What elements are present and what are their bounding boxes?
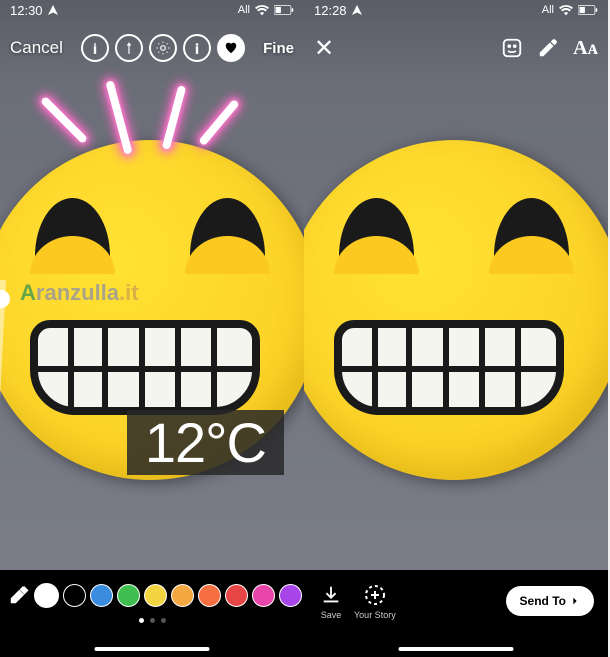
pen-brush-tool[interactable] [81,34,109,62]
color-darkorange[interactable] [198,584,221,607]
carrier-text: All [238,4,250,16]
right-screenshot: 12:28 All ✕ Aᴀ Save [304,0,608,657]
story-actions-area: Save Your Story Send To [304,570,608,657]
color-page-indicator [0,618,304,623]
color-white[interactable] [34,583,59,608]
status-bar: 12:30 All [0,0,304,20]
battery-icon [274,5,294,15]
watermark-text: Aranzulla.it [20,280,139,306]
draw-tool[interactable] [537,37,559,59]
sticker-tool[interactable] [501,37,523,59]
add-story-icon [362,582,388,608]
color-pink[interactable] [252,584,275,607]
temperature-sticker[interactable]: 12°C [127,410,284,475]
arrow-brush-tool[interactable] [115,34,143,62]
status-time: 12:28 [314,3,347,18]
done-button[interactable]: Fine [263,40,294,57]
brush-size-slider[interactable] [0,280,6,400]
home-indicator[interactable] [399,647,514,651]
save-button[interactable]: Save [318,582,344,620]
emoji-pillow-image [304,140,608,480]
eraser-brush-tool[interactable] [183,34,211,62]
color-yellow[interactable] [144,584,167,607]
color-orange[interactable] [171,584,194,607]
left-screenshot: Aranzulla.it 12°C 12:30 All Cancel [0,0,304,657]
color-purple[interactable] [279,584,302,607]
color-black[interactable] [63,584,86,607]
chevron-right-icon [570,596,580,606]
story-label: Your Story [354,610,396,620]
download-icon [318,582,344,608]
carrier-text: All [542,4,554,16]
eyedropper-tool[interactable] [8,582,30,608]
text-tool[interactable]: Aᴀ [573,37,598,60]
battery-icon [578,5,598,15]
close-button[interactable]: ✕ [314,34,334,63]
color-green[interactable] [117,584,140,607]
heart-brush-tool[interactable] [217,34,245,62]
drawing-toolbar: Cancel Fine [0,28,304,68]
color-red[interactable] [225,584,248,607]
cancel-button[interactable]: Cancel [10,38,63,58]
home-indicator[interactable] [95,647,210,651]
status-bar: 12:28 All [304,0,608,20]
wifi-icon [255,5,269,16]
save-label: Save [321,610,342,620]
location-icon [47,4,59,16]
color-blue[interactable] [90,584,113,607]
status-time: 12:30 [10,3,43,18]
story-toolbar: ✕ Aᴀ [304,28,608,68]
location-icon [351,4,363,16]
wifi-icon [559,5,573,16]
send-to-button[interactable]: Send To [506,586,594,616]
your-story-button[interactable]: Your Story [354,582,396,620]
photo-canvas[interactable]: Aranzulla.it 12°C [0,0,304,570]
color-picker-area [0,570,304,657]
photo-canvas[interactable] [304,0,608,570]
neon-brush-tool[interactable] [149,34,177,62]
